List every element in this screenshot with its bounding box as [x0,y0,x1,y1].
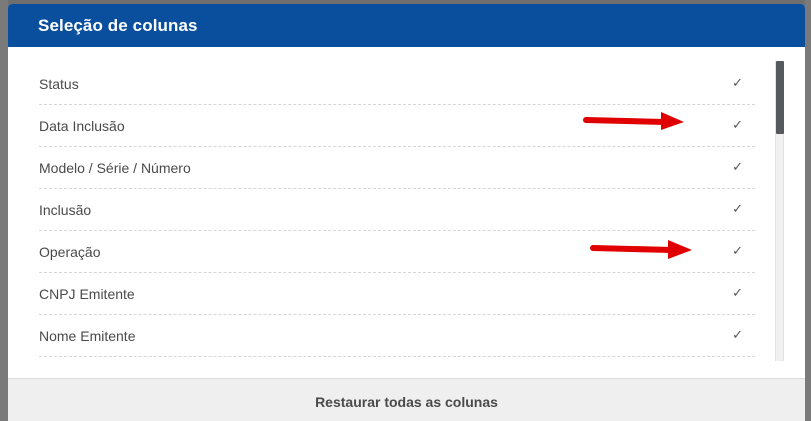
check-icon: ✓ [732,202,743,217]
column-label: Data Inclusão [39,117,125,134]
check-icon: ✓ [732,286,743,301]
modal-footer: Restaurar todas as colunas [8,378,805,421]
column-item-status[interactable]: Status ✓ [39,63,755,105]
check-icon: ✓ [732,160,743,175]
column-item-modelo-serie-numero[interactable]: Modelo / Série / Número ✓ [39,147,755,189]
column-label: Nome Emitente [39,327,136,344]
check-icon: ✓ [732,244,743,259]
modal-header: Seleção de colunas [8,4,805,47]
column-item-operacao[interactable]: Operação ✓ [39,231,755,273]
column-label: CNPJ Emitente [39,285,135,302]
check-icon: ✓ [732,118,743,133]
column-item-inclusao[interactable]: Inclusão ✓ [39,189,755,231]
restore-all-columns-button[interactable]: Restaurar todas as colunas [315,394,498,410]
column-label: Inclusão [39,201,92,218]
column-list-area: Status ✓ Data Inclusão ✓ Modelo / Série … [8,47,805,357]
column-item-data-inclusao[interactable]: Data Inclusão ✓ [39,105,755,147]
background-app-left [0,0,8,421]
column-list: Status ✓ Data Inclusão ✓ Modelo / Série … [39,63,755,357]
column-label: Modelo / Série / Número [39,159,191,176]
column-label: Operação [39,243,101,260]
column-item-cnpj-emitente[interactable]: CNPJ Emitente ✓ [39,273,755,315]
scrollbar-thumb[interactable] [776,61,784,134]
modal-title: Seleção de colunas [38,15,198,35]
column-label: Status [39,75,79,92]
column-selection-modal: Seleção de colunas Status ✓ Data Inclusã… [8,4,805,421]
check-icon: ✓ [732,76,743,91]
check-icon: ✓ [732,328,743,343]
column-item-nome-emitente[interactable]: Nome Emitente ✓ [39,315,755,357]
background-app-right [805,0,811,421]
list-scrollbar[interactable] [775,61,784,361]
